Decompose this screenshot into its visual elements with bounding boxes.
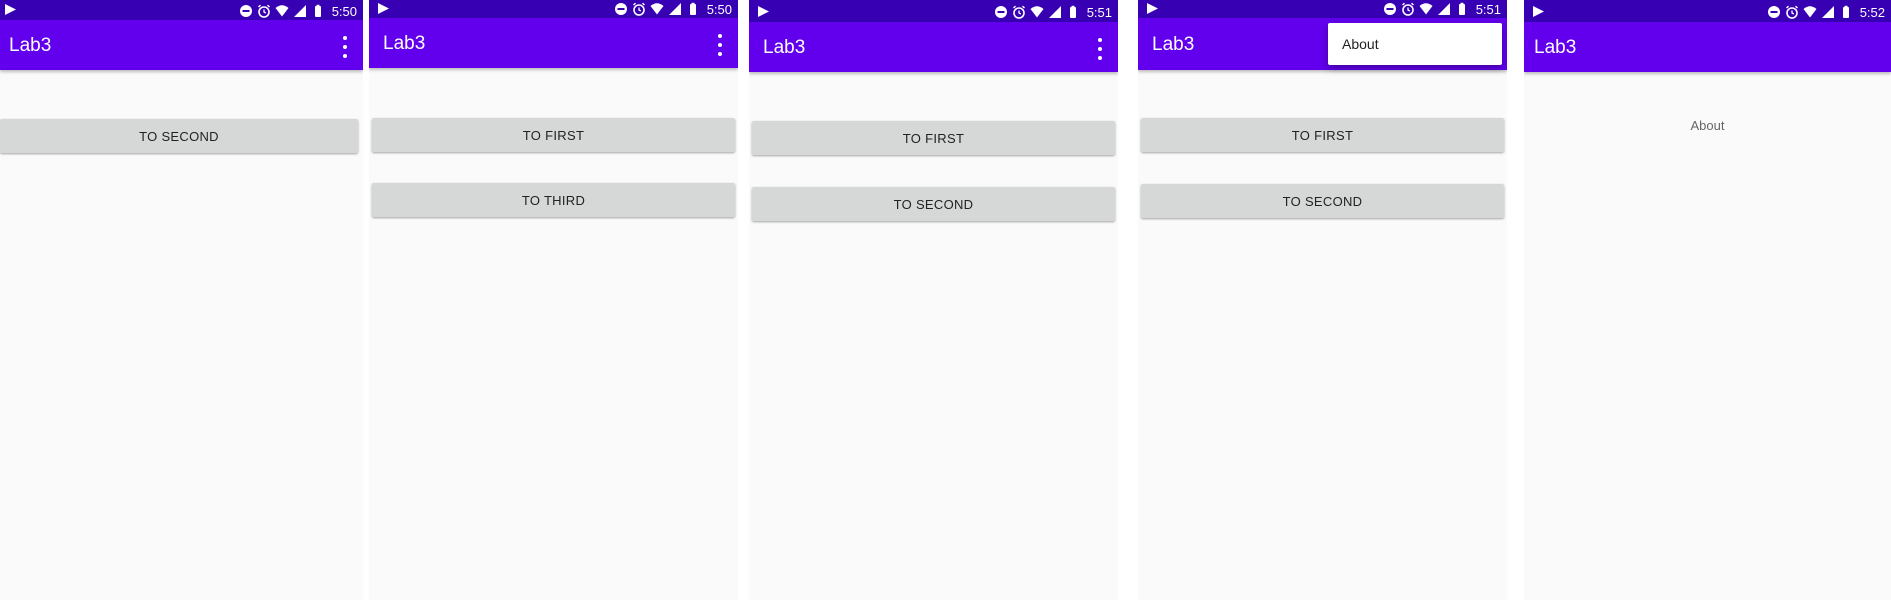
to-third-button[interactable]: TO THIRD: [372, 183, 735, 217]
status-clock: 5:50: [331, 3, 357, 19]
status-icons: 5:50: [239, 3, 357, 19]
dnd-icon: [614, 3, 627, 15]
screen-1: 5:50 Lab3 TO SECOND: [0, 0, 363, 600]
alarm-icon: [1401, 2, 1414, 16]
screen-2: 5:50 Lab3 TO FIRST TO THIRD: [369, 0, 738, 600]
overflow-menu-icon[interactable]: [340, 36, 350, 58]
app-title: Lab3: [763, 37, 806, 58]
status-bar: 5:51: [1138, 0, 1507, 18]
overflow-menu-icon[interactable]: [1095, 38, 1105, 60]
app-bar: Lab3: [749, 22, 1118, 72]
app-title: Lab3: [9, 35, 52, 56]
dnd-icon: [239, 5, 252, 17]
play-store-notification-icon: [1146, 2, 1159, 15]
overflow-menu-icon[interactable]: [715, 34, 725, 56]
alarm-icon: [257, 4, 270, 18]
signal-icon: [668, 3, 681, 15]
status-clock: 5:50: [706, 1, 732, 17]
wifi-icon: [275, 5, 289, 17]
status-clock: 5:51: [1086, 4, 1112, 20]
app-title: Lab3: [383, 33, 426, 54]
battery-icon: [1842, 5, 1849, 18]
signal-icon: [1437, 3, 1450, 15]
dnd-icon: [994, 6, 1007, 18]
to-second-button[interactable]: TO SECOND: [1141, 184, 1504, 218]
app-bar: Lab3: [1524, 22, 1891, 72]
play-store-notification-icon: [757, 5, 770, 18]
to-second-button[interactable]: TO SECOND: [0, 119, 358, 153]
battery-icon: [1069, 5, 1076, 18]
status-icons: 5:51: [994, 4, 1112, 20]
app-bar: Lab3: [0, 20, 363, 70]
to-first-button[interactable]: TO FIRST: [372, 118, 735, 152]
app-title: Lab3: [1152, 34, 1195, 55]
battery-icon: [314, 4, 321, 17]
wifi-icon: [650, 3, 664, 15]
battery-icon: [1458, 2, 1465, 15]
status-icons: 5:50: [614, 1, 732, 17]
wifi-icon: [1419, 3, 1433, 15]
play-store-notification-icon: [377, 2, 390, 15]
dnd-icon: [1767, 6, 1780, 18]
screen-5: 5:52 Lab3 About: [1524, 0, 1891, 600]
to-first-button[interactable]: TO FIRST: [1141, 118, 1504, 152]
alarm-icon: [1785, 5, 1798, 19]
status-bar: 5:51: [749, 0, 1118, 22]
app-title: Lab3: [1534, 37, 1577, 58]
dnd-icon: [1383, 3, 1396, 15]
signal-icon: [293, 5, 306, 17]
overflow-menu-popup: About: [1328, 23, 1502, 65]
alarm-icon: [1012, 5, 1025, 19]
battery-icon: [689, 2, 696, 15]
play-store-notification-icon: [1532, 5, 1545, 18]
screen-4: 5:51 Lab3 About TO FIRST TO SECOND: [1138, 0, 1507, 600]
about-text: About: [1690, 118, 1725, 133]
status-bar: 5:50: [0, 0, 363, 20]
status-clock: 5:51: [1475, 1, 1501, 17]
menu-item-about[interactable]: About: [1342, 36, 1379, 52]
status-bar: 5:50: [369, 0, 738, 18]
signal-icon: [1821, 6, 1834, 18]
to-first-button[interactable]: TO FIRST: [752, 121, 1115, 155]
app-bar: Lab3: [369, 18, 738, 68]
wifi-icon: [1030, 6, 1044, 18]
status-icons: 5:51: [1383, 1, 1501, 17]
signal-icon: [1048, 6, 1061, 18]
status-clock: 5:52: [1859, 4, 1885, 20]
alarm-icon: [632, 2, 645, 16]
status-bar: 5:52: [1524, 0, 1891, 22]
to-second-button[interactable]: TO SECOND: [752, 187, 1115, 221]
wifi-icon: [1803, 6, 1817, 18]
screen-3: 5:51 Lab3 TO FIRST TO SECOND: [749, 0, 1118, 600]
status-icons: 5:52: [1767, 4, 1885, 20]
play-store-notification-icon: [4, 3, 17, 16]
